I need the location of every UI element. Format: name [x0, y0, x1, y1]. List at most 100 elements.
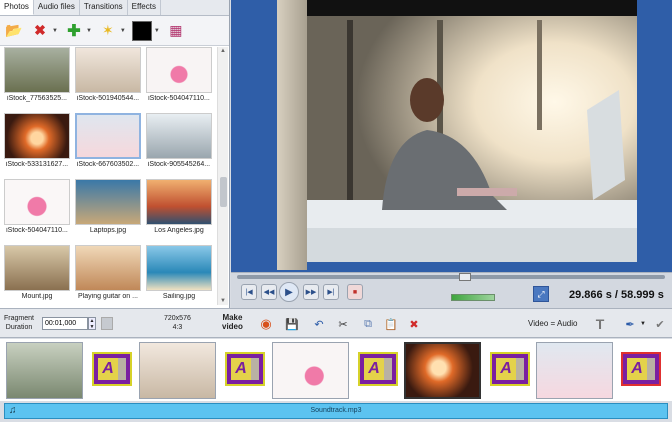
thumbnail-label: iStock_77563525...: [7, 95, 67, 102]
transition-block[interactable]: A: [92, 352, 132, 386]
transition-page-fold: [277, 0, 307, 270]
scroll-up-icon[interactable]: ▲: [220, 48, 226, 54]
thumbnail-item[interactable]: iStock-501940544...: [73, 47, 143, 113]
thumbnail-item[interactable]: iStock_77563525...: [2, 47, 72, 113]
copy-icon[interactable]: ⧉: [360, 316, 376, 332]
timeline-clip[interactable]: [272, 342, 349, 399]
soundtrack-track[interactable]: ♫ Soundtrack.mp3: [4, 403, 668, 419]
thumbnail-item[interactable]: iStock-504047110...: [2, 179, 72, 245]
tab-transitions[interactable]: Transitions: [80, 0, 128, 15]
thumbnail-item[interactable]: Mount.jpg: [2, 245, 72, 307]
thumbnail-label: Sailing.jpg: [162, 293, 196, 300]
brush-icon[interactable]: ✒: [622, 316, 638, 332]
duration-stepper[interactable]: ▲ ▼: [88, 317, 96, 330]
thumbnail-item[interactable]: iStock-905545264...: [144, 113, 214, 179]
tools-icon[interactable]: ✔: [652, 316, 668, 332]
thumbnail-item[interactable]: Playing guitar on ...: [73, 245, 143, 307]
cut-icon[interactable]: ✂: [335, 316, 351, 332]
tab-effects[interactable]: Effects: [128, 0, 161, 15]
fragment-duration-input[interactable]: [42, 317, 88, 330]
transition-block[interactable]: A: [490, 352, 530, 386]
transition-block[interactable]: A: [225, 352, 265, 386]
tab-photos[interactable]: Photos: [0, 0, 34, 15]
thumbnail-label: iStock-501940544...: [76, 95, 140, 102]
go-to-start-icon[interactable]: |◀: [241, 284, 257, 300]
thumbnail-image: [4, 113, 70, 159]
play-icon[interactable]: ▶: [279, 282, 299, 302]
seek-bar[interactable]: [237, 273, 665, 281]
record-icon[interactable]: ◉: [258, 316, 274, 332]
text-icon[interactable]: T: [592, 316, 608, 332]
video-equals-audio-label[interactable]: Video = Audio: [528, 319, 577, 328]
paste-icon[interactable]: 📋: [383, 316, 399, 332]
make-video-label-1: Make: [222, 313, 243, 322]
next-frame-icon[interactable]: ▶▶: [303, 284, 319, 300]
thumbnail-item[interactable]: Sailing.jpg: [144, 245, 214, 307]
duration-label: Duration: [5, 324, 33, 331]
transition-page-icon: [384, 358, 392, 380]
thumbnail-grid: iStock_77563525... iStock-501940544... i…: [2, 47, 216, 307]
preview-image: [307, 0, 637, 262]
scrollbar-thumb[interactable]: [220, 177, 227, 207]
fullscreen-icon[interactable]: ⤢: [533, 286, 549, 302]
thumbnail-image: [75, 245, 141, 291]
open-folder-icon[interactable]: 📂: [4, 21, 24, 41]
thumbnail-item[interactable]: Los Angeles.jpg: [144, 179, 214, 245]
thumbnail-scrollbar[interactable]: ▲ ▼: [217, 47, 228, 305]
transition-block[interactable]: A: [358, 352, 398, 386]
thumbnail-image: [75, 113, 141, 159]
thumbnail-image: [146, 47, 212, 93]
seek-handle[interactable]: [459, 273, 471, 281]
chevron-down-icon[interactable]: ▼: [154, 28, 160, 34]
thumbnail-item[interactable]: iStock-533131627...: [2, 113, 72, 179]
transition-page-icon: [647, 358, 655, 380]
tab-audio-files[interactable]: Audio files: [34, 0, 80, 15]
thumbnail-label: iStock-504047110...: [6, 227, 68, 234]
chevron-down-icon[interactable]: ▼: [52, 28, 58, 34]
go-to-end-icon[interactable]: ▶|: [323, 284, 339, 300]
background-color-button[interactable]: [101, 317, 113, 330]
black-color-swatch[interactable]: [131, 20, 152, 41]
current-time: 29.866 s: [569, 289, 612, 301]
timeline-clip[interactable]: [404, 342, 481, 399]
scroll-down-icon[interactable]: ▼: [220, 298, 226, 304]
delete-icon[interactable]: ✖: [406, 316, 422, 332]
chevron-down-icon[interactable]: ▼: [86, 28, 92, 34]
stop-icon[interactable]: ■: [347, 284, 363, 300]
transition-page-icon: [516, 358, 524, 380]
transition-a-icon: A: [231, 358, 251, 380]
media-toolbar: 📂 ✖ ▼ ✚ ▼ ✶ ▼ ▼ ▦: [0, 16, 229, 46]
preview-area: [231, 0, 672, 272]
thumbnail-item[interactable]: iStock-504047110...: [144, 47, 214, 113]
volume-slider[interactable]: [451, 294, 495, 301]
make-video-button[interactable]: Make video: [222, 313, 243, 331]
thumbnail-label: Laptops.jpg: [89, 227, 127, 234]
thumbnail-label: iStock-905545264...: [147, 161, 211, 168]
save-icon[interactable]: 💾: [284, 316, 300, 332]
effects-star-icon[interactable]: ✶: [98, 21, 118, 41]
previous-frame-icon[interactable]: ◀◀: [261, 284, 277, 300]
film-icon[interactable]: ▦: [166, 21, 186, 41]
thumbnail-image: [75, 47, 141, 93]
time-readout: 29.866 s / 58.999 s: [569, 289, 664, 301]
thumbnail-item[interactable]: Laptops.jpg: [73, 179, 143, 245]
thumbnail-label: iStock-667603502...: [76, 161, 140, 168]
thumbnail-label: Playing guitar on ...: [78, 293, 138, 300]
delete-icon[interactable]: ✖: [30, 21, 50, 41]
player-controls: |◀ ◀◀ ▶ ▶▶ ▶| ■ ⤢ 29.866 s / 58.999 s: [231, 272, 672, 308]
main-toolbar: Fragment Duration ▲▼ 720x576 4:3 Make vi…: [0, 308, 672, 338]
chevron-down-icon[interactable]: ▼: [640, 321, 646, 327]
thumbnail-item[interactable]: iStock-667603502...: [73, 113, 143, 179]
chevron-down-icon[interactable]: ▼: [120, 28, 126, 34]
add-icon[interactable]: ✚: [64, 21, 84, 41]
transition-block[interactable]: A: [621, 352, 661, 386]
timeline-clip[interactable]: [6, 342, 83, 399]
thumbnail-label: Mount.jpg: [21, 293, 53, 300]
aspect-ratio-value: 4:3: [172, 324, 183, 331]
resolution-label[interactable]: 720x576 4:3: [164, 314, 191, 332]
transition-a-icon: A: [496, 358, 516, 380]
timeline-clip[interactable]: [536, 342, 613, 399]
timeline-clip[interactable]: [139, 342, 216, 399]
undo-icon[interactable]: ↶: [311, 316, 327, 332]
soundtrack-label: Soundtrack.mp3: [310, 407, 362, 414]
